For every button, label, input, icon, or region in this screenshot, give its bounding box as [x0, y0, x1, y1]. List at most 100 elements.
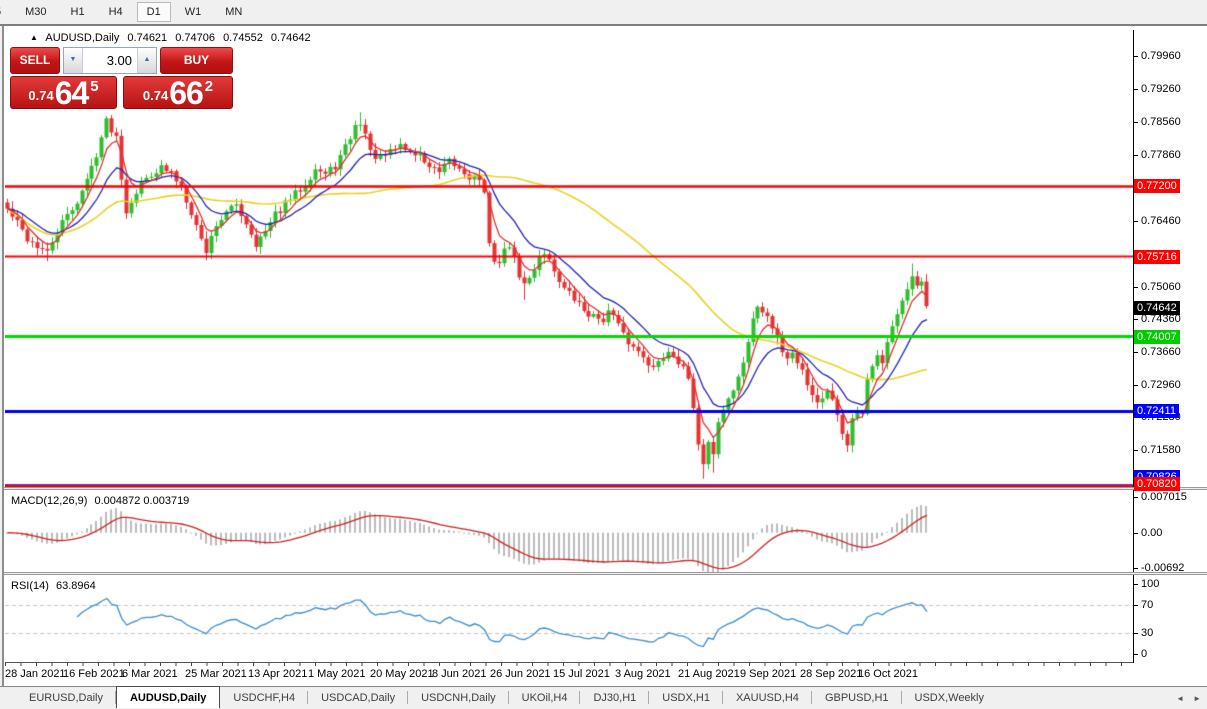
macd-name: MACD(12,26,9) [11, 495, 87, 507]
axis-tick-mark [1133, 287, 1138, 288]
chart-tab-ukoil-h4[interactable]: UKOil,H4 [509, 687, 581, 708]
time-axis-label: 6 Mar 2021 [122, 668, 178, 680]
rsi-axis-tick-label: 30 [1141, 626, 1153, 640]
timeframe-toolbar: 5M30H1H4D1W1MN [0, 0, 1207, 24]
chart-tabs: EURUSD,DailyAUDUSD,DailyUSDCHF,H4USDCAD,… [0, 687, 997, 708]
timeframe-button-m30[interactable]: M30 [15, 2, 56, 22]
mt4-terminal: { "toolbar": { "timeframes": [ {"label":… [0, 0, 1207, 708]
sell-price-big: 64 [55, 78, 89, 108]
axis-tick-mark [1133, 497, 1138, 498]
ohlc-high: 0.74706 [175, 32, 215, 44]
chart-header: ▲ AUDUSD,Daily 0.74621 0.74706 0.74552 0… [30, 32, 316, 44]
chart-tab-gbpusd-h1[interactable]: GBPUSD,H1 [812, 687, 902, 708]
level-price-label: 0.77200 [1134, 179, 1180, 193]
axis-tick-mark [1133, 654, 1138, 655]
axis-tick-mark [1133, 221, 1138, 222]
chart-tab-bar: EURUSD,DailyAUDUSD,DailyUSDCHF,H4USDCAD,… [0, 686, 1207, 708]
time-axis-label: 8 Jun 2021 [432, 668, 486, 680]
chart-tab-usdx-h1[interactable]: USDX,H1 [649, 687, 723, 708]
price-axis-tick-label: 0.72960 [1141, 378, 1181, 392]
level-price-label: 0.72411 [1134, 404, 1179, 418]
level-price-label: 0.74007 [1134, 330, 1180, 344]
price-axis-tick-label: 0.76460 [1141, 214, 1181, 228]
time-axis-label: 28 Jan 2021 [5, 668, 66, 680]
axis-tick-mark [1133, 89, 1138, 90]
timeframe-button-d1[interactable]: D1 [137, 2, 171, 22]
volume-stepper: ▼ ▲ [63, 47, 157, 74]
axis-tick-mark [1133, 605, 1138, 606]
macd-values: 0.004872 0.003719 [94, 495, 189, 507]
sell-price-prefix: 0.74 [28, 88, 53, 103]
macd-axis-tick-label: 0.007015 [1141, 490, 1187, 504]
tab-scroll-right-icon[interactable]: ► [1193, 694, 1201, 703]
buy-price-panel[interactable]: 0.74 66 2 [123, 76, 233, 109]
chart-tab-dj30-h1[interactable]: DJ30,H1 [580, 687, 649, 708]
axis-tick-mark [1133, 385, 1138, 386]
time-axis-ticks [5, 663, 1133, 666]
timeframe-button-5[interactable]: 5 [0, 2, 11, 22]
axis-tick-mark [1133, 450, 1138, 451]
time-axis-label: 16 Oct 2021 [858, 668, 918, 680]
macd-axis-tick-label: 0.00 [1141, 526, 1162, 540]
macd-axis-tick-label: -0.00692 [1141, 561, 1184, 575]
chart-tab-usdcnh-daily[interactable]: USDCNH,Daily [408, 687, 509, 708]
chart-tab-audusd-daily[interactable]: AUDUSD,Daily [116, 686, 220, 708]
chart-tab-usdchf-h4[interactable]: USDCHF,H4 [220, 687, 308, 708]
volume-decrease-button[interactable]: ▼ [64, 48, 83, 73]
axis-tick-mark [1133, 155, 1138, 156]
volume-increase-button[interactable]: ▲ [137, 48, 156, 73]
rsi-axis-tick-label: 100 [1141, 577, 1159, 591]
time-axis-label: 1 May 2021 [308, 668, 365, 680]
price-axis-tick-label: 0.71580 [1141, 443, 1181, 457]
tab-scroll-left-icon[interactable]: ◄ [1176, 694, 1184, 703]
one-click-trading-widget: SELL ▼ ▲ BUY 0.74 64 5 0.74 66 2 [10, 47, 233, 109]
time-axis-label: 13 Apr 2021 [248, 668, 307, 680]
collapse-trade-panel-icon[interactable]: ▲ [30, 33, 38, 42]
price-axis-tick-label: 0.79960 [1141, 49, 1181, 63]
sell-price-panel[interactable]: 0.74 64 5 [10, 76, 117, 109]
time-axis-label: 25 Mar 2021 [185, 668, 247, 680]
chart-tab-usdx-weekly[interactable]: USDX,Weekly [902, 687, 997, 708]
buy-price-pip: 2 [205, 78, 213, 95]
timeframe-button-h4[interactable]: H4 [99, 2, 133, 22]
axis-tick-mark [1133, 533, 1138, 534]
buy-price-big: 66 [169, 78, 203, 108]
price-axis-tick-label: 0.75060 [1141, 280, 1181, 294]
timeframe-button-h1[interactable]: H1 [61, 2, 95, 22]
axis-tick-mark [1133, 122, 1138, 123]
buy-button[interactable]: BUY [160, 47, 233, 74]
time-axis-label: 16 Feb 2021 [63, 668, 125, 680]
chart-symbol-label: AUDUSD,Daily [45, 32, 119, 44]
rsi-name: RSI(14) [11, 580, 49, 592]
timeframe-button-w1[interactable]: W1 [175, 2, 212, 22]
level-price-label: 0.70820 [1134, 477, 1180, 491]
time-axis-label: 20 May 2021 [370, 668, 434, 680]
rsi-panel-divider[interactable] [0, 572, 1207, 575]
rsi-axis-tick-label: 0 [1141, 647, 1147, 661]
axis-tick-mark [1133, 56, 1138, 57]
tab-scroll-buttons: ◄ ► [1176, 687, 1201, 709]
time-axis-label: 26 Jun 2021 [490, 668, 551, 680]
axis-tick-mark [1133, 352, 1138, 353]
ohlc-low: 0.74552 [223, 32, 263, 44]
macd-label: MACD(12,26,9) 0.004872 0.003719 [11, 495, 193, 507]
current-price-label: 0.74642 [1134, 301, 1180, 315]
chart-tab-usdcad-daily[interactable]: USDCAD,Daily [308, 687, 408, 708]
axis-tick-mark [1133, 319, 1138, 320]
sell-price-pip: 5 [90, 78, 98, 95]
window-left-border [0, 26, 4, 686]
price-axis-tick-label: 0.73660 [1141, 345, 1181, 359]
rsi-chart-canvas[interactable] [5, 576, 1133, 663]
sell-button[interactable]: SELL [10, 47, 60, 74]
time-axis-label: 3 Aug 2021 [615, 668, 671, 680]
chart-tab-xauusd-h4[interactable]: XAUUSD,H4 [723, 687, 812, 708]
timeframe-button-mn[interactable]: MN [215, 2, 252, 22]
chart-tab-eurusd-daily[interactable]: EURUSD,Daily [16, 687, 116, 708]
volume-input[interactable] [83, 48, 137, 73]
rsi-value: 63.8964 [56, 580, 96, 592]
time-axis-label: 21 Aug 2021 [678, 668, 740, 680]
price-axis-tick-label: 0.77860 [1141, 148, 1181, 162]
time-axis-label: 15 Jul 2021 [553, 668, 610, 680]
level-price-label: 0.75716 [1134, 250, 1180, 264]
macd-panel-divider[interactable] [0, 487, 1207, 490]
